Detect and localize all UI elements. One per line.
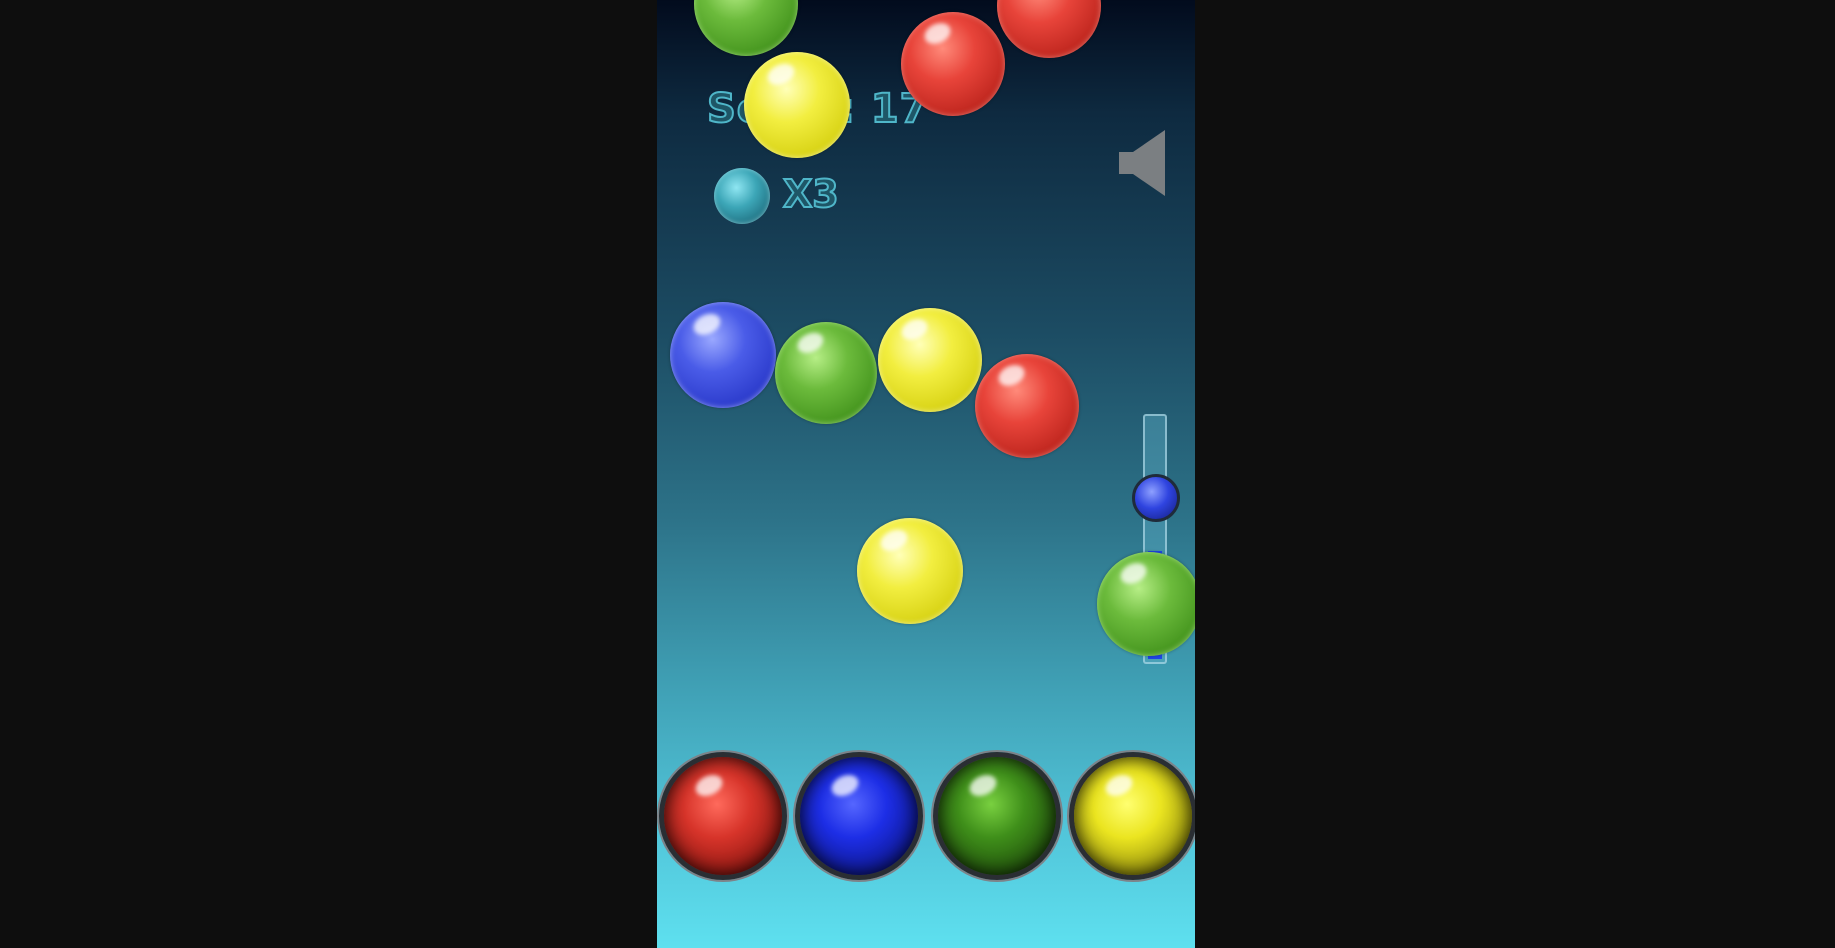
- bubble-green[interactable]: [694, 0, 798, 56]
- green-color-button[interactable]: [933, 752, 1061, 880]
- bubble-blue[interactable]: [670, 302, 776, 408]
- bubble-yellow[interactable]: [878, 308, 982, 412]
- bubble-red[interactable]: [997, 0, 1101, 58]
- red-color-button[interactable]: [659, 752, 787, 880]
- bubble-green[interactable]: [775, 322, 877, 424]
- bubble-yellow[interactable]: [744, 52, 850, 158]
- lives-bubble-icon: [714, 168, 770, 224]
- blue-color-button[interactable]: [795, 752, 923, 880]
- bubble-yellow[interactable]: [857, 518, 963, 624]
- bubble-green[interactable]: [1097, 552, 1195, 656]
- speaker-icon[interactable]: [1119, 130, 1167, 196]
- bubble-red[interactable]: [901, 12, 1005, 116]
- yellow-color-button[interactable]: [1069, 752, 1195, 880]
- power-slider-knob[interactable]: [1132, 474, 1180, 522]
- game-stage[interactable]: Score: 17 X3: [657, 0, 1195, 948]
- bubble-red[interactable]: [975, 354, 1079, 458]
- lives-count: X3: [782, 171, 840, 217]
